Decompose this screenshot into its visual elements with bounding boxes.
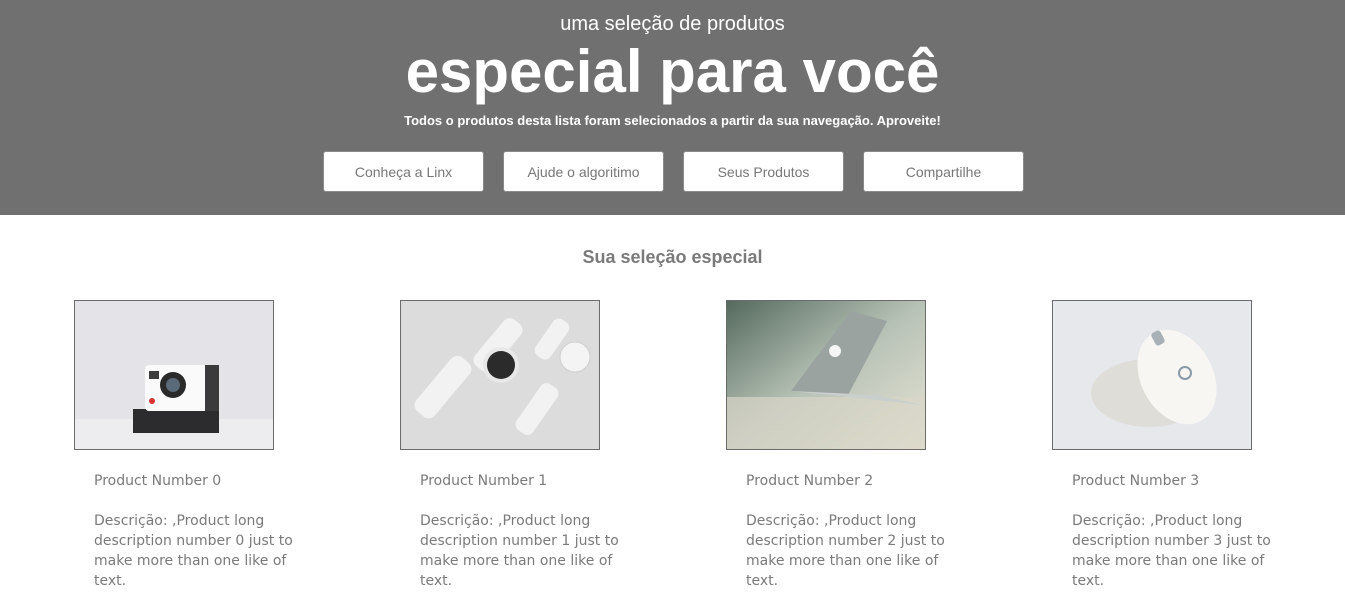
- product-name[interactable]: Product Number 3: [1072, 471, 1292, 491]
- product-image[interactable]: [1052, 300, 1252, 450]
- product-grid: Product Number 0 Descrição: ,Product lon…: [0, 300, 1345, 607]
- product-description: Descrição: ,Product long description num…: [746, 513, 945, 589]
- product-card: Product Number 2 Descrição: ,Product lon…: [726, 300, 966, 607]
- product-name[interactable]: Product Number 1: [420, 471, 640, 491]
- product-name[interactable]: Product Number 2: [746, 471, 966, 491]
- hero-title: especial para você: [405, 38, 940, 105]
- product-image[interactable]: [726, 300, 926, 450]
- hero-nav: Conheça a Linx Ajude o algoritimo Seus P…: [323, 151, 1025, 193]
- instant-camera-icon: [75, 301, 273, 449]
- hero-pre-title: uma seleção de produtos: [560, 13, 785, 35]
- mouse-icon: [1053, 301, 1251, 449]
- product-image[interactable]: [400, 300, 600, 450]
- compartilhe-button[interactable]: Compartilhe: [863, 151, 1024, 192]
- ajude-algoritimo-button[interactable]: Ajude o algoritimo: [503, 151, 664, 192]
- section-title: Sua seleção especial: [582, 247, 763, 267]
- product-card: Product Number 1 Descrição: ,Product lon…: [400, 300, 640, 607]
- hero-subtitle: Todos o produtos desta lista foram selec…: [404, 113, 941, 128]
- product-image[interactable]: [74, 300, 274, 450]
- product-card: Product Number 0 Descrição: ,Product lon…: [74, 300, 314, 607]
- conheca-linx-button[interactable]: Conheça a Linx: [323, 151, 484, 192]
- product-name[interactable]: Product Number 0: [94, 471, 314, 491]
- smartwatch-icon: [401, 301, 599, 449]
- laptop-icon: [727, 301, 925, 449]
- seus-produtos-button[interactable]: Seus Produtos: [683, 151, 844, 192]
- product-card: Product Number 3 Descrição: ,Product lon…: [1052, 300, 1292, 607]
- hero-banner: uma seleção de produtos especial para vo…: [0, 0, 1345, 215]
- product-description: Descrição: ,Product long description num…: [1072, 513, 1271, 589]
- product-description: Descrição: ,Product long description num…: [420, 513, 619, 589]
- product-description: Descrição: ,Product long description num…: [94, 513, 293, 589]
